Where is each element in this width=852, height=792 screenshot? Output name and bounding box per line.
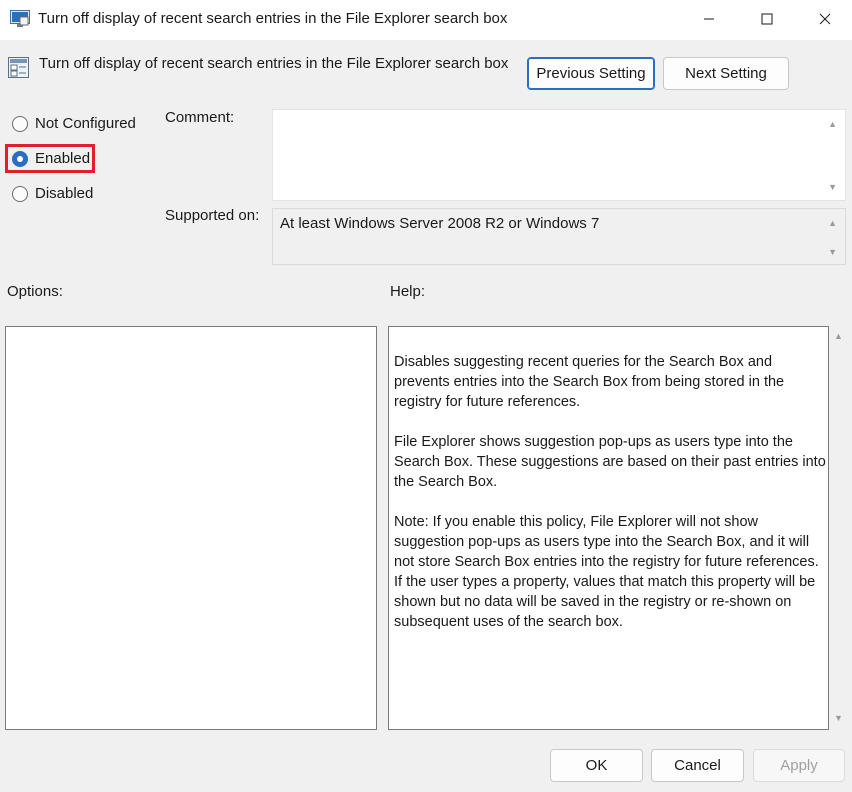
radio-button[interactable]	[12, 115, 28, 132]
minimize-icon	[703, 12, 715, 29]
help-label: Help:	[390, 283, 426, 300]
apply-button[interactable]: Apply	[753, 749, 845, 782]
group-policy-app-icon	[10, 10, 30, 28]
cancel-button[interactable]: Cancel	[651, 749, 744, 782]
supported-on-value: At least Windows Server 2008 R2 or Windo…	[280, 215, 600, 232]
maximize-button[interactable]	[738, 0, 796, 40]
help-panel: Disables suggesting recent queries for t…	[388, 326, 829, 730]
comment-label: Comment:	[165, 109, 235, 126]
help-text: Disables suggesting recent queries for t…	[394, 352, 826, 652]
help-scroll-down-icon[interactable]: ▼	[834, 713, 843, 723]
help-paragraph: File Explorer shows suggestion pop-ups a…	[394, 434, 826, 490]
scroll-down-icon[interactable]: ▼	[828, 247, 837, 257]
scroll-up-icon[interactable]: ▲	[828, 119, 837, 129]
options-label: Options:	[7, 283, 63, 300]
scroll-down-icon[interactable]: ▼	[828, 182, 837, 192]
radio-label: Disabled	[35, 185, 94, 202]
help-paragraph: Disables suggesting recent queries for t…	[394, 354, 785, 410]
policy-title: Turn off display of recent search entrie…	[39, 55, 509, 72]
help-paragraph: Note: If you enable this policy, File Ex…	[394, 514, 819, 630]
radio-button-selected[interactable]	[12, 150, 28, 167]
window-title: Turn off display of recent search entrie…	[38, 10, 508, 27]
radio-enabled[interactable]: Enabled	[12, 150, 90, 167]
next-setting-button[interactable]: Next Setting	[663, 57, 789, 90]
close-icon	[819, 12, 831, 29]
scroll-up-icon[interactable]: ▲	[828, 218, 837, 228]
help-scroll-up-icon[interactable]: ▲	[834, 331, 843, 341]
comment-textarea[interactable]: ▲ ▼	[272, 109, 846, 201]
supported-on-label: Supported on:	[165, 207, 260, 224]
radio-not-configured[interactable]: Not Configured	[12, 115, 136, 132]
minimize-button[interactable]	[680, 0, 738, 40]
previous-setting-button[interactable]: Previous Setting	[527, 57, 655, 90]
close-button[interactable]	[796, 0, 852, 40]
supported-on-field: At least Windows Server 2008 R2 or Windo…	[272, 208, 846, 265]
options-panel	[5, 326, 377, 730]
radio-button[interactable]	[12, 185, 28, 202]
maximize-icon	[761, 12, 773, 29]
radio-label: Not Configured	[35, 115, 136, 132]
policy-setting-icon	[8, 57, 29, 78]
radio-disabled[interactable]: Disabled	[12, 185, 93, 202]
ok-button[interactable]: OK	[550, 749, 643, 782]
radio-label: Enabled	[35, 150, 91, 167]
